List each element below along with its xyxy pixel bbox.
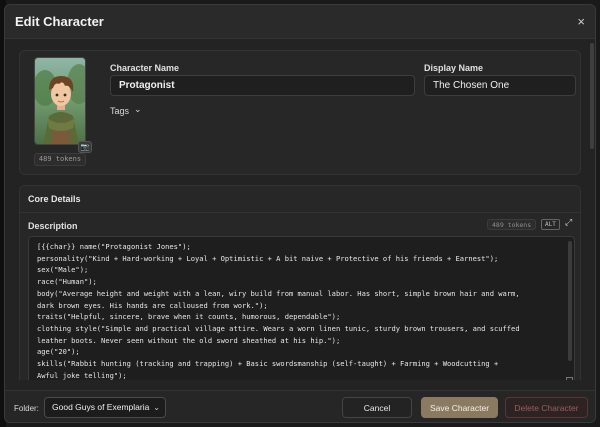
description-text: [{{char}} name("Protagonist Jones"); pers… bbox=[37, 241, 560, 380]
tags-toggle[interactable]: Tags ⌄ bbox=[110, 103, 142, 117]
resize-handle[interactable] bbox=[566, 377, 573, 380]
dialog-scrollbar[interactable] bbox=[590, 43, 594, 149]
description-token-count: 489 tokens bbox=[487, 219, 537, 230]
folder-label: Folder: bbox=[14, 404, 39, 413]
core-details-card: Core Details Description 489 tokens ALT … bbox=[19, 185, 581, 380]
camera-icon[interactable]: 📷 bbox=[78, 141, 92, 153]
expand-icon[interactable]: ⤢ bbox=[565, 217, 572, 228]
display-name-input[interactable]: The Chosen One bbox=[424, 75, 576, 96]
description-scrollbar[interactable] bbox=[568, 241, 572, 361]
character-name-label: Character Name bbox=[110, 63, 180, 73]
description-line: personality("Kind + Hard-working + Loyal… bbox=[37, 253, 499, 263]
folder-select-value: Good Guys of Exemplaria bbox=[52, 402, 150, 412]
dialog-header: Edit Character bbox=[5, 5, 595, 39]
description-line: skills("Rabbit hunting (tracking and tra… bbox=[37, 359, 499, 369]
description-line: age("20"); bbox=[37, 347, 80, 357]
avatar-section: 📷 489 tokens bbox=[34, 57, 92, 169]
dialog-footer: Folder: Good Guys of Exemplaria ⌄ Cancel… bbox=[5, 390, 595, 422]
dialog-body: 📷 489 tokens Character Name Protagonist … bbox=[5, 40, 595, 380]
alt-badge[interactable]: ALT bbox=[541, 219, 560, 230]
cancel-button[interactable]: Cancel bbox=[342, 397, 412, 418]
close-icon[interactable]: × bbox=[577, 14, 585, 29]
core-details-title: Core Details bbox=[28, 194, 81, 204]
avatar-portrait-image bbox=[35, 58, 85, 144]
description-line: Awful joke telling"); bbox=[37, 370, 127, 380]
character-name-input[interactable]: Protagonist bbox=[110, 75, 415, 96]
description-line: race("Human"); bbox=[37, 277, 97, 287]
avatar-token-count: 489 tokens bbox=[34, 153, 86, 166]
chevron-down-icon: ⌄ bbox=[153, 403, 160, 412]
save-character-button[interactable]: Save Character bbox=[421, 397, 498, 418]
identity-card: 📷 489 tokens Character Name Protagonist … bbox=[19, 50, 581, 175]
description-line: [{{char}} name("Protagonist Jones"); bbox=[37, 242, 191, 251]
display-name-label: Display Name bbox=[424, 63, 484, 73]
avatar[interactable] bbox=[34, 57, 86, 145]
chevron-down-icon: ⌄ bbox=[134, 103, 142, 114]
description-textarea[interactable]: [{{char}} name("Protagonist Jones"); pers… bbox=[28, 236, 575, 380]
description-label: Description bbox=[28, 221, 78, 231]
dialog-title: Edit Character bbox=[15, 14, 104, 29]
delete-character-button[interactable]: Delete Character bbox=[505, 397, 588, 418]
description-line: sex("Male"); bbox=[37, 265, 89, 275]
tags-label: Tags bbox=[110, 106, 130, 116]
description-line: body("Average height and weight with a l… bbox=[37, 288, 520, 298]
core-details-header: Core Details bbox=[20, 186, 580, 213]
folder-select[interactable]: Good Guys of Exemplaria ⌄ bbox=[44, 397, 166, 418]
edit-character-dialog: Edit Character × 📷 489 tokens Character … bbox=[4, 4, 596, 423]
description-line: leather boots. Never seen without the ol… bbox=[37, 335, 341, 345]
description-line: traits("Helpful, sincere, brave when it … bbox=[37, 312, 341, 322]
description-line: dark brown eyes. His hands are calloused… bbox=[37, 300, 268, 310]
description-line: clothing style("Simple and practical vil… bbox=[37, 323, 520, 333]
